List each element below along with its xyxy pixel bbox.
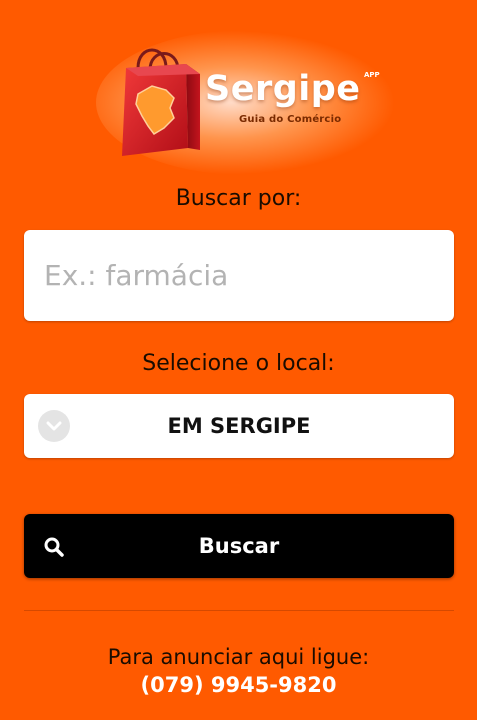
location-label: Selecione o local: [142,351,335,376]
advertise-phone[interactable]: (079) 9945-9820 [0,673,477,697]
brand-tagline: Guia do Comércio [239,114,342,125]
search-field[interactable] [24,230,454,321]
search-icon [44,537,64,557]
advertise-text: Para anunciar aqui ligue: [107,645,370,669]
chevron-down-icon [38,410,70,442]
brand-badge: APP [364,71,380,79]
location-selected-value: EM SERGIPE [167,414,311,438]
search-label: Buscar por: [175,186,302,211]
app-logo: Sergipe APP Guia do Comércio [96,30,396,175]
search-input[interactable] [44,230,434,321]
brand-name: Sergipe [205,69,361,109]
search-button-label: Buscar [198,534,280,558]
divider [24,610,454,611]
search-button[interactable]: Buscar [24,514,454,578]
shopping-bag-icon [122,48,200,156]
location-select[interactable]: EM SERGIPE [24,394,454,458]
